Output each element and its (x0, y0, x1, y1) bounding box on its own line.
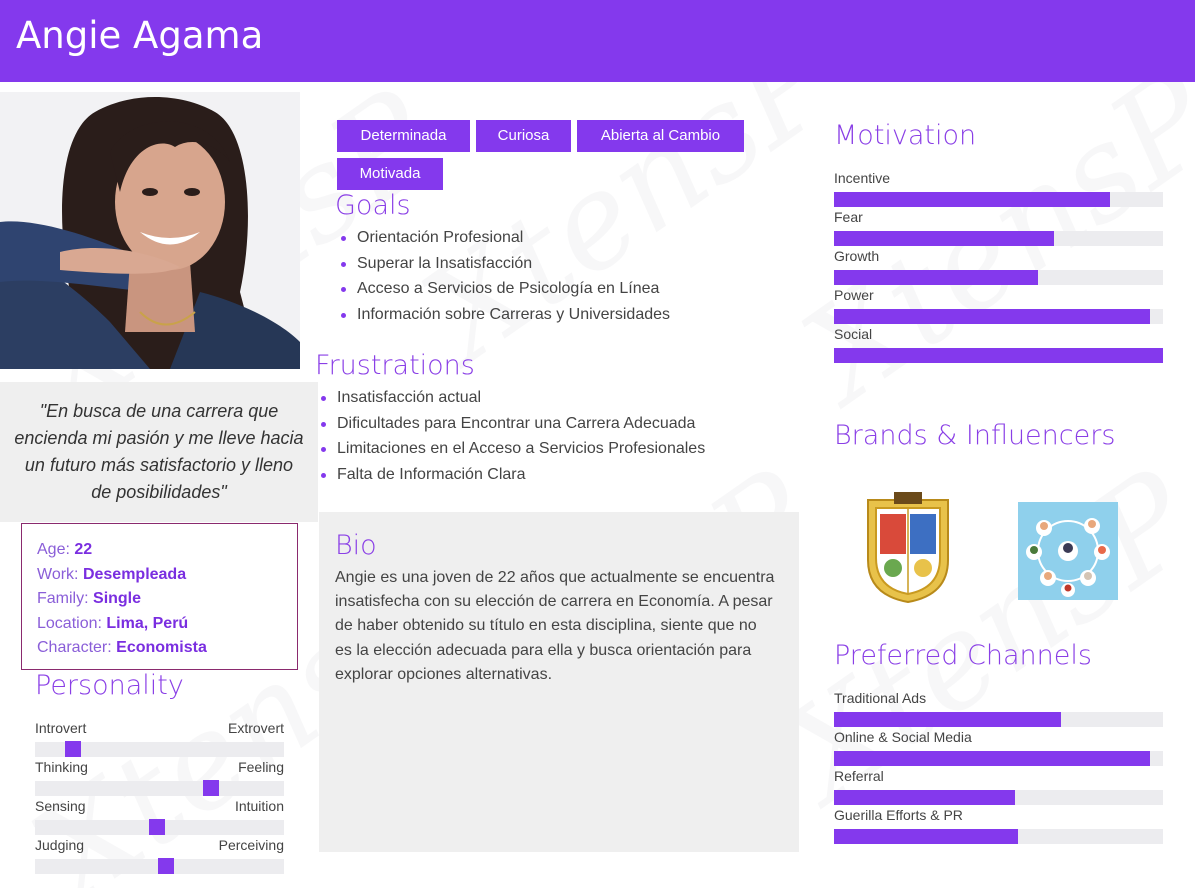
persona-name: Angie Agama (16, 14, 264, 57)
goals-title: Goals (335, 190, 411, 221)
list-item: Información sobre Carreras y Universidad… (337, 302, 670, 328)
motivation-label: Growth (834, 248, 880, 264)
personality-slider-knob (202, 780, 219, 796)
personality-slider-knob (65, 741, 82, 757)
list-item: Insatisfacción actual (317, 385, 705, 411)
list-item: Limitaciones en el Acceso a Servicios Pr… (317, 436, 705, 462)
personality-slider-knob (149, 819, 166, 835)
goals-list: Orientación Profesional Superar la Insat… (337, 225, 670, 327)
university-seal-icon (858, 490, 958, 606)
personality-slider (35, 780, 284, 796)
motivation-bar (834, 309, 1163, 324)
persona-quote-box: "En busca de una carrera que encienda mi… (0, 382, 318, 522)
channel-bar-fill (834, 751, 1150, 766)
personality-title: Personality (35, 670, 184, 701)
motivation-label: Social (834, 326, 873, 342)
frustrations-title: Frustrations (315, 350, 475, 381)
motivation-bar-fill (834, 348, 1163, 363)
motivation-bar (834, 348, 1163, 363)
portrait-image (0, 92, 300, 369)
info-family: Family: Single (37, 587, 282, 612)
info-location: Location: Lima, Perú (37, 612, 282, 637)
trait-tag: Motivada (337, 158, 443, 190)
motivation-bar (834, 231, 1163, 246)
motivation-bar-fill (834, 309, 1150, 324)
motivation-bar (834, 192, 1163, 207)
info-work: Work: Desempleada (37, 563, 282, 588)
list-item: Falta de Información Clara (317, 462, 705, 488)
list-item: Orientación Profesional (337, 225, 670, 251)
info-label: Age: (37, 541, 70, 558)
channel-label: Traditional Ads (834, 690, 927, 706)
persona-photo (0, 92, 300, 369)
list-item: Superar la Insatisfacción (337, 251, 670, 277)
persona-quote: "En busca de una carrera que encienda mi… (14, 401, 304, 502)
motivation-label: Incentive (834, 170, 891, 186)
personality-right-label: Extrovert (227, 720, 284, 736)
channel-bar (834, 712, 1163, 727)
motivation-label: Fear (834, 209, 863, 225)
motivation-label: Power (834, 287, 874, 303)
professionals-network-icon (1018, 502, 1118, 600)
info-value: Economista (116, 639, 207, 657)
brands-title: Brands & Influencers (834, 420, 1116, 451)
trait-tag: Abierta al Cambio (577, 120, 744, 152)
info-value: 22 (74, 541, 93, 558)
channel-bar-fill (834, 790, 1015, 805)
persona-header: Angie Agama (0, 0, 1195, 82)
info-age: Age: 22 (37, 538, 282, 563)
info-label: Character: (37, 639, 112, 657)
trait-tag: Determinada (337, 120, 470, 152)
motivation-title: Motivation (834, 120, 977, 151)
motivation-bar-fill (834, 192, 1111, 207)
channel-label: Guerilla Efforts & PR (834, 807, 963, 823)
channel-bar (834, 829, 1163, 844)
personality-slider (35, 741, 284, 757)
personality-right-label: Intuition (234, 798, 284, 814)
channel-bar (834, 790, 1163, 805)
bio-title: Bio (335, 530, 377, 561)
frustrations-list: Insatisfacción actual Dificultades para … (317, 385, 705, 487)
motivation-bar-fill (834, 231, 1055, 246)
channel-bar-fill (834, 829, 1019, 844)
channel-label: Referral (834, 768, 884, 784)
personality-right-label: Feeling (238, 759, 284, 775)
watermark: XtensP (757, 441, 1195, 831)
channel-bar-fill (834, 712, 1061, 727)
info-value: Single (93, 590, 142, 608)
motivation-bar (834, 270, 1163, 285)
list-item: Dificultades para Encontrar una Carrera … (317, 411, 705, 437)
info-character: Character: Economista (37, 636, 282, 661)
personality-slider (35, 819, 284, 835)
personality-slider-knob (158, 858, 175, 874)
trait-tag: Curiosa (476, 120, 571, 152)
motivation-bar-fill (834, 270, 1038, 285)
bio-text: Angie es una joven de 22 años que actual… (335, 569, 775, 683)
channels-title: Preferred Channels (834, 640, 1092, 671)
personality-slider (35, 858, 284, 874)
channel-label: Online & Social Media (834, 729, 972, 745)
list-item: Acceso a Servicios de Psicología en Líne… (337, 276, 670, 302)
info-label: Work: (37, 565, 79, 583)
info-label: Location: (37, 614, 102, 632)
channel-bar (834, 751, 1163, 766)
info-value: Desempleada (82, 565, 187, 583)
info-label: Family: (37, 590, 89, 608)
info-value: Lima, Perú (106, 614, 189, 632)
persona-info-box: Age: 22 Work: Desempleada Family: Single… (21, 523, 298, 670)
personality-right-label: Perceiving (218, 837, 284, 853)
